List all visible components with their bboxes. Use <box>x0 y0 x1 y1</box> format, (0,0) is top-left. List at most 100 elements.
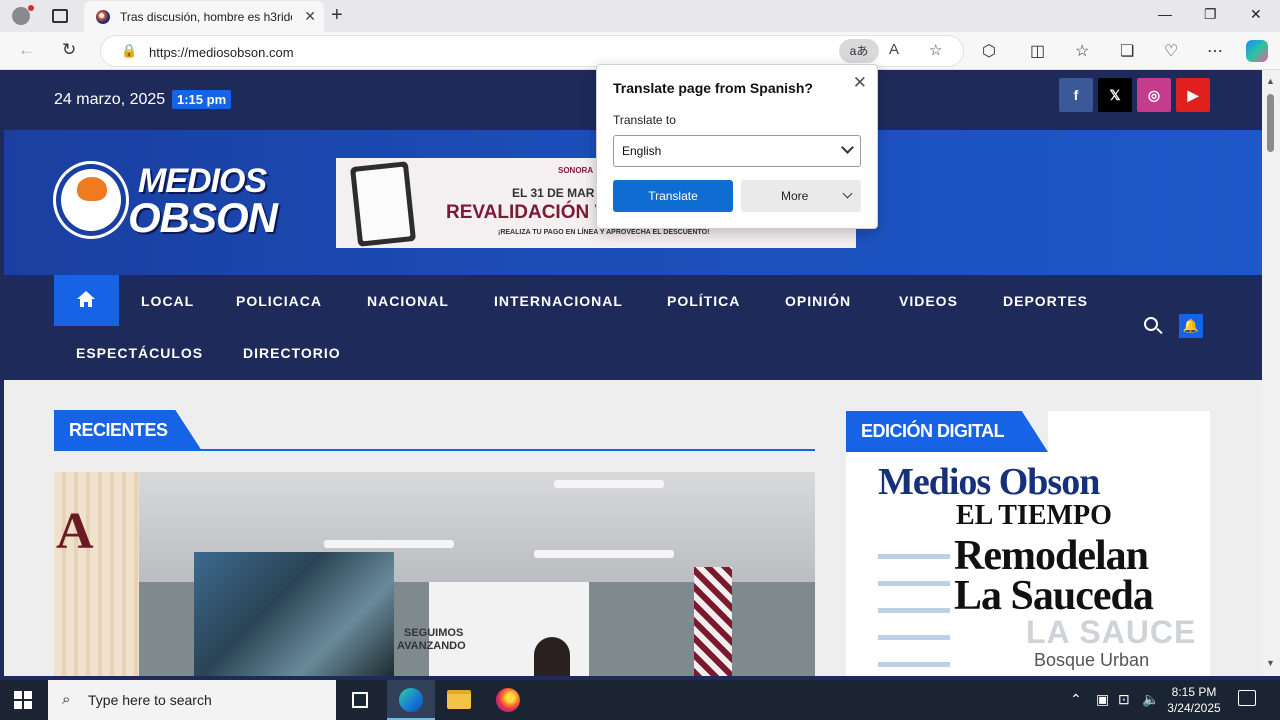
nav-item-local[interactable]: LOCAL <box>141 293 194 309</box>
home-icon <box>77 291 95 307</box>
nav-item-internacional[interactable]: INTERNACIONAL <box>494 293 623 309</box>
split-screen-icon[interactable]: ◫ <box>1030 41 1045 61</box>
bell-icon[interactable]: 🔔 <box>1179 314 1203 338</box>
selected-language: English <box>622 144 662 158</box>
ad-line-3: ¡REALIZA TU PAGO EN LÍNEA Y APROVECHA EL… <box>498 229 710 236</box>
tab-close-icon[interactable]: ✕ <box>304 8 316 24</box>
nav-item-politica[interactable]: POLÍTICA <box>667 293 740 309</box>
taskbar-search-placeholder: Type here to search <box>88 692 212 708</box>
tab-active[interactable]: Tras discusión, hombre es h3rido ✕ <box>84 1 324 32</box>
windows-taskbar: ⌕ Type here to search ⌃ ▣ ⊡ 🔈 8:15 PM 3/… <box>0 680 1280 720</box>
scrollbar-thumb[interactable] <box>1267 94 1274 152</box>
site-logo[interactable]: MEDIOS OBSON <box>56 160 278 241</box>
edge-browser-icon <box>399 688 423 712</box>
current-date: 24 marzo, 2025 <box>54 91 166 108</box>
translate-icon[interactable]: aあ <box>839 39 879 63</box>
tablet-illustration-icon <box>349 161 417 247</box>
more-button[interactable]: More <box>741 180 861 212</box>
taskbar-edge-button[interactable] <box>387 680 435 720</box>
cover-sign-subtitle: Bosque Urban <box>1034 650 1150 670</box>
profile-avatar-icon[interactable] <box>12 7 30 25</box>
show-hidden-icons-chevron-icon[interactable]: ⌃ <box>1070 691 1082 708</box>
main-nav: LOCAL POLICIACA NACIONAL INTERNACIONAL P… <box>4 275 1262 380</box>
image-slogan-line-2: AVANZANDO <box>397 640 466 652</box>
windows-start-icon[interactable] <box>14 691 32 709</box>
ad-line-1: EL 31 DE MAR <box>512 186 595 200</box>
current-time-badge: 1:15 pm <box>172 90 232 109</box>
read-aloud-icon[interactable]: A <box>889 41 899 58</box>
clock-date: 3/24/2025 <box>1167 701 1221 715</box>
nav-item-videos[interactable]: VIDEOS <box>899 293 958 309</box>
url-text[interactable]: https://mediosobson.com <box>149 45 294 60</box>
search-icon[interactable] <box>1144 317 1158 331</box>
volume-icon[interactable]: 🔈 <box>1142 691 1159 708</box>
cover-subhead: EL TIEMPO <box>956 500 1112 531</box>
collections-icon[interactable]: ❏ <box>1120 41 1134 61</box>
more-menu-icon[interactable]: ⋯ <box>1207 41 1223 61</box>
ad-brand: SONORA <box>558 166 594 175</box>
restore-button[interactable]: ❐ <box>1204 6 1217 23</box>
translate-button[interactable]: Translate <box>613 180 733 212</box>
task-view-button[interactable] <box>336 680 384 720</box>
featured-news-image[interactable]: A SEGUIMOS AVANZANDO <box>54 472 815 676</box>
x-twitter-icon[interactable]: 𝕏 <box>1098 78 1132 112</box>
recent-section-underline <box>54 449 815 451</box>
nav-item-espectaculos[interactable]: ESPECTÁCULOS <box>76 345 203 361</box>
logo-text-bottom: OBSON <box>128 194 278 241</box>
instagram-icon[interactable]: ◎ <box>1137 78 1171 112</box>
taskbar-firefox-button[interactable] <box>484 680 532 720</box>
extensions-icon[interactable]: ⬡ <box>982 41 996 61</box>
tab-actions-icon[interactable] <box>52 9 68 23</box>
scroll-down-icon[interactable]: ▼ <box>1266 658 1275 668</box>
digital-heading-fill <box>1048 411 1210 452</box>
refresh-icon[interactable]: ↻ <box>62 40 76 60</box>
tab-title: Tras discusión, hombre es h3rido <box>120 10 292 24</box>
browser-tab-strip: Tras discusión, hombre es h3rido ✕ + — ❐… <box>0 0 1280 32</box>
page-scrollbar[interactable]: ▲ ▼ <box>1262 70 1280 676</box>
nav-item-opinion[interactable]: OPINIÓN <box>785 293 851 309</box>
image-mural <box>194 552 394 676</box>
recent-section-heading: RECIENTES <box>54 410 202 451</box>
close-icon[interactable]: ✕ <box>853 73 867 93</box>
ad-line-2: REVALIDACIÓN V <box>446 202 608 223</box>
translate-popup: Translate page from Spanish? ✕ Translate… <box>596 64 878 229</box>
favorites-icon[interactable]: ☆ <box>1075 41 1089 61</box>
battery-icon[interactable]: ▣ <box>1096 691 1109 708</box>
nav-item-nacional[interactable]: NACIONAL <box>367 293 449 309</box>
minimize-button[interactable]: — <box>1158 6 1172 22</box>
taskbar-file-explorer-button[interactable] <box>435 680 483 720</box>
new-tab-button[interactable]: + <box>331 4 343 27</box>
profile-notification-dot <box>28 5 34 11</box>
translate-popup-title: Translate page from Spanish? <box>613 80 813 96</box>
copilot-icon[interactable] <box>1246 40 1268 62</box>
more-button-label: More <box>781 189 809 203</box>
target-language-select[interactable]: English <box>613 135 861 167</box>
lock-icon[interactable]: 🔒 <box>121 43 137 59</box>
scroll-up-icon[interactable]: ▲ <box>1266 76 1275 86</box>
home-button[interactable] <box>54 275 119 326</box>
digital-edition-cover[interactable]: Medios Obson EL TIEMPO Remodelan La Sauc… <box>846 452 1210 676</box>
ceiling-light <box>534 550 674 558</box>
cover-side-column <box>878 532 950 676</box>
search-icon: ⌕ <box>62 691 71 708</box>
ceiling-light <box>324 540 454 548</box>
back-arrow-icon[interactable]: ← <box>18 40 35 60</box>
browser-essentials-icon[interactable]: ♡ <box>1164 41 1178 61</box>
address-bar[interactable]: 🔒 https://mediosobson.com aあ A ☆ <box>100 35 964 67</box>
image-slogan-line-1: SEGUIMOS <box>404 627 464 639</box>
facebook-icon[interactable]: f <box>1059 78 1093 112</box>
ceiling-light <box>554 480 664 488</box>
nav-item-policiaca[interactable]: POLICIACA <box>236 293 322 309</box>
cover-masthead: Medios Obson <box>878 461 1100 503</box>
notifications-icon[interactable] <box>1238 690 1256 706</box>
youtube-icon[interactable]: ▶ <box>1176 78 1210 112</box>
favorite-star-icon[interactable]: ☆ <box>929 41 942 59</box>
network-icon[interactable]: ⊡ <box>1118 691 1130 708</box>
taskbar-search-box[interactable]: ⌕ Type here to search <box>48 680 336 720</box>
chevron-down-icon <box>841 141 854 154</box>
close-window-button[interactable]: ✕ <box>1250 6 1262 23</box>
cover-sign: LA SAUCE <box>1026 614 1197 650</box>
nav-item-directorio[interactable]: DIRECTORIO <box>243 345 341 361</box>
taskbar-clock[interactable]: 8:15 PM 3/24/2025 <box>1166 684 1222 716</box>
nav-item-deportes[interactable]: DEPORTES <box>1003 293 1088 309</box>
